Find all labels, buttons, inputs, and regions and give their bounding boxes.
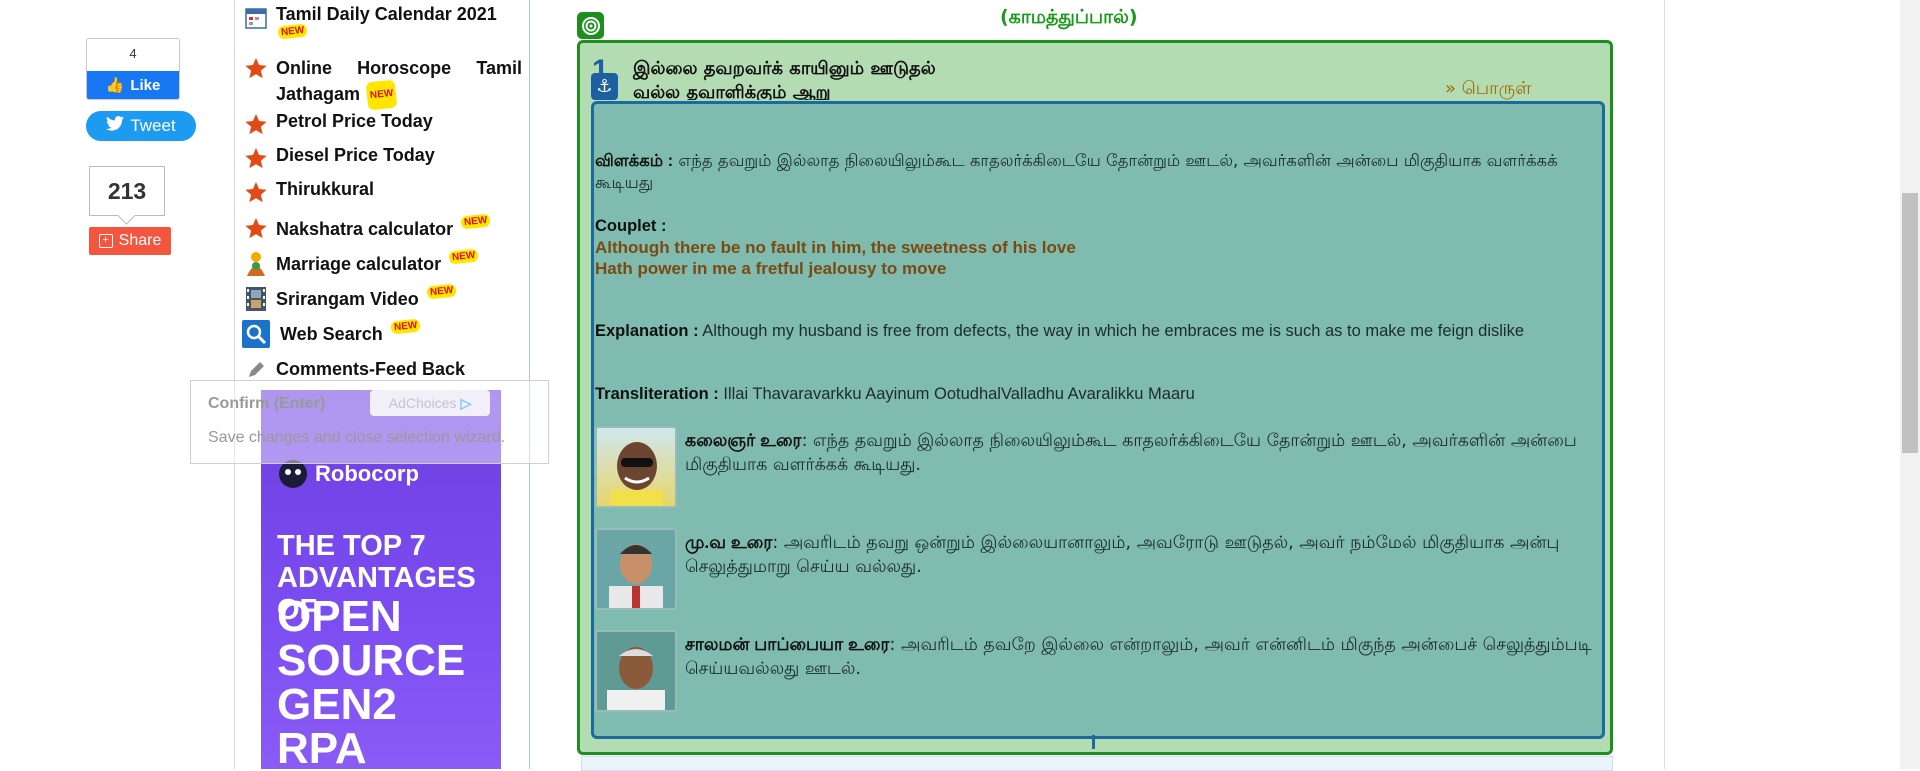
new-badge: NEW <box>426 283 457 300</box>
couplet-line-2: Hath power in me a fretful jealousy to m… <box>595 259 947 278</box>
sidebar-item-label: Comments-Feed Back <box>276 359 466 379</box>
sidebar-item-marriage-calculator[interactable]: Marriage calculator NEW <box>242 248 480 278</box>
commentary-solomon-pappaiah: சாலமன் பாப்பையா உரை: அவரிடம் தவறே இல்லை … <box>685 632 1595 681</box>
vilakkam-label: விளக்கம் : <box>595 152 674 170</box>
tweet-button[interactable]: Tweet <box>86 111 196 141</box>
sidebar-item-label: Online Horoscope Tamil Jathagam <box>276 58 522 104</box>
transliteration-label: Transliteration : <box>595 385 719 403</box>
sidebar-item-label: Petrol Price Today <box>276 111 433 131</box>
target-icon <box>577 12 604 39</box>
sidebar-item-label: Web Search <box>280 324 383 344</box>
film-icon <box>242 285 270 313</box>
plus-icon: + <box>98 234 113 248</box>
sidebar-item-thirukkural[interactable]: Thirukkural <box>242 179 374 207</box>
sidebar-item-diesel-price[interactable]: Diesel Price Today <box>242 145 435 173</box>
search-icon <box>242 320 270 348</box>
couplet-label: Couplet : <box>595 217 667 235</box>
sidebar-item-tamil-daily-calendar[interactable]: Tamil Daily Calendar 2021 NEW <box>242 4 528 46</box>
couplet-line-1: Although there be no fault in him, the s… <box>595 238 1076 257</box>
connector-line <box>1092 735 1095 749</box>
tweet-label: Tweet <box>130 116 176 135</box>
calendar-icon <box>242 4 270 32</box>
anchor-icon: ⚓ <box>591 73 618 100</box>
star-icon <box>242 55 270 83</box>
sidebar-item-label: Thirukkural <box>276 179 375 199</box>
new-badge: NEW <box>365 79 398 111</box>
commentary-author: சாலமன் பாப்பையா உரை <box>685 634 890 654</box>
new-badge: NEW <box>277 23 308 40</box>
ad-brand: Robocorp <box>279 460 419 488</box>
wedding-icon <box>242 250 270 278</box>
ad-headline-big: OPEN SOURCE GEN2 RPA <box>277 592 466 770</box>
porul-link[interactable]: » பொருள் <box>1445 78 1531 101</box>
kural-line-2: வல்ல தவாளிக்கும் ஆறு <box>633 82 831 100</box>
ad-brand-name: Robocorp <box>315 461 419 486</box>
sidebar-item-label: Nakshatra calculator <box>276 219 454 239</box>
facebook-like-button[interactable]: 👍 Like <box>87 71 179 99</box>
new-badge: NEW <box>390 318 421 335</box>
kural-line-1: இல்லை தவறவர்க் காயினும் ஊடுதல் <box>633 58 936 79</box>
commentary-kalaignar: கலைஞர் உரை: எந்த தவறும் இல்லாத நிலையிலும… <box>685 428 1595 477</box>
twitter-bird-icon <box>106 116 125 136</box>
star-icon <box>242 145 270 173</box>
transliteration-row: Transliteration : Illai Thavaravarkku Aa… <box>595 384 1595 405</box>
kalaignar-portrait <box>595 426 677 508</box>
transliteration-text: Illai Thavaravarkku Aayinum OotudhalVall… <box>723 385 1195 403</box>
sidebar-item-srirangam-video[interactable]: Srirangam Video NEW <box>242 283 457 313</box>
star-icon <box>242 215 270 243</box>
explanation-label: Explanation : <box>595 322 699 340</box>
selection-wizard-tooltip: Confirm (Enter) Save changes and close s… <box>190 380 549 464</box>
facebook-like-count: 4 <box>129 46 137 61</box>
commentary-author: மு.வ உரை <box>685 532 773 552</box>
share-count-bubble: 213 <box>89 166 165 216</box>
sidebar-item-label: Tamil Daily Calendar 2021 <box>276 4 497 24</box>
robocorp-logo-icon <box>279 460 307 488</box>
sidebar-item-label: Srirangam Video <box>276 289 419 309</box>
sidebar-item-label: Marriage calculator <box>276 254 442 274</box>
commentary-text: : எந்த தவறும் இல்லாத நிலையிலும்கூட காதலர… <box>685 431 1577 475</box>
section-title: (காமத்துப்பால்) <box>1000 6 1138 28</box>
tooltip-title: Confirm (Enter) <box>208 395 326 412</box>
tooltip-text: Save changes and close selection wizard. <box>208 429 506 446</box>
scrollbar-thumb[interactable] <box>1902 193 1918 453</box>
new-badge: NEW <box>448 248 480 265</box>
share-button[interactable]: + Share <box>89 227 171 255</box>
vilakkam-row: விளக்கம் : எந்த தவறும் இல்லாத நிலையிலும்… <box>595 150 1595 193</box>
content-right-border <box>1664 0 1665 769</box>
commentary-author: கலைஞர் உரை <box>685 430 802 450</box>
sidebar-item-online-horoscope[interactable]: Online Horoscope Tamil Jathagam NEW <box>242 55 528 111</box>
sidebar-item-nakshatra-calculator[interactable]: Nakshatra calculator NEW <box>242 213 492 243</box>
commentary-mu-va: மு.வ உரை: அவரிடம் தவறு ஒன்றும் இல்லையானா… <box>685 530 1595 579</box>
solomon-pappaiah-portrait <box>595 630 677 712</box>
facebook-like-label: Like <box>130 76 161 94</box>
vilakkam-text: எந்த தவறும் இல்லாத நிலையிலும்கூட காதலர்க… <box>595 151 1558 192</box>
star-icon <box>242 111 270 139</box>
share-label: Share <box>118 232 162 249</box>
explanation-row: Explanation : Although my husband is fre… <box>595 321 1595 342</box>
commentary-text: : அவரிடம் தவறு ஒன்றும் இல்லையானாலும், அவ… <box>685 533 1560 577</box>
sidebar-item-web-search[interactable]: Web Search NEW <box>242 318 421 348</box>
explanation-text: Although my husband is free from defects… <box>702 322 1525 340</box>
thumbs-up-icon: 👍 <box>105 77 125 94</box>
sidebar-item-label: Diesel Price Today <box>276 145 435 165</box>
facebook-like-widget[interactable]: 4 👍 Like <box>86 38 180 100</box>
new-badge: NEW <box>460 213 492 230</box>
mu-va-portrait <box>595 528 677 610</box>
star-icon <box>242 179 270 207</box>
couplet-block: Couplet : Although there be no fault in … <box>595 216 1595 279</box>
sidebar-item-petrol-price[interactable]: Petrol Price Today <box>242 111 433 139</box>
